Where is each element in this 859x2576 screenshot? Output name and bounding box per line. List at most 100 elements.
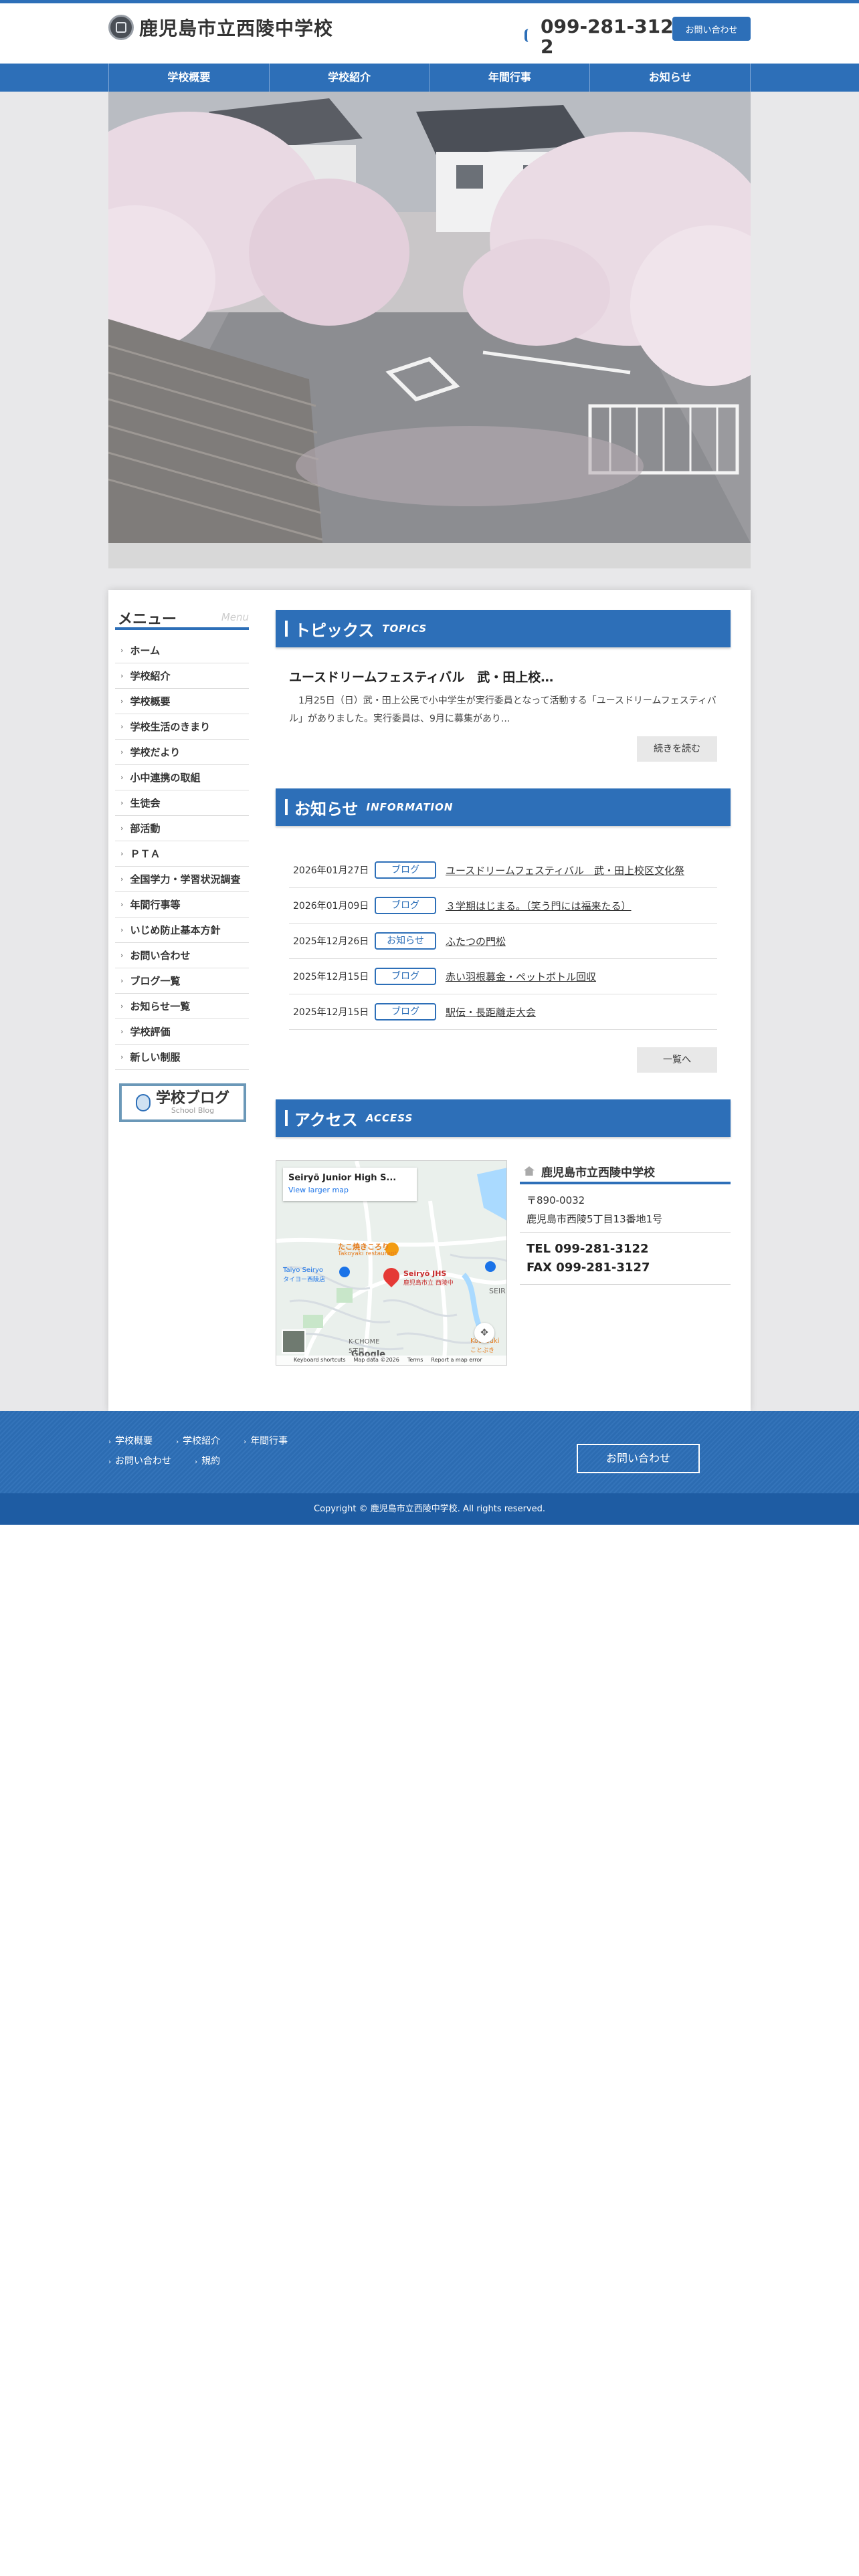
gnav-item-news[interactable]: お知らせ xyxy=(589,64,751,92)
report-error-link[interactable]: Report a map error xyxy=(431,1356,482,1365)
news-heading: お知らせ INFORMATION xyxy=(276,788,731,826)
page-blank-area xyxy=(0,1525,859,2576)
category-badge: ブログ xyxy=(375,1003,436,1021)
access-tel[interactable]: TEL 099-281-3122 xyxy=(527,1240,724,1259)
chevron-right-icon: › xyxy=(120,773,124,782)
chevron-right-icon: › xyxy=(120,1002,124,1010)
chevron-right-icon: › xyxy=(120,824,124,833)
news-item: 2025年12月15日 ブログ 赤い羽根募金・ペットボトル回収 xyxy=(289,959,717,994)
footer-contact-button[interactable]: お問い合わせ xyxy=(577,1444,700,1473)
chevron-right-icon: › xyxy=(120,671,124,680)
news-list: 2026年01月27日 ブログ ユースドリームフェスティバル 武・田上校区文化祭… xyxy=(276,853,731,1030)
news-item: 2026年01月09日 ブログ ３学期はじまる。（笑う門には福来たる） xyxy=(289,888,717,924)
chevron-right-icon: › xyxy=(120,722,124,731)
site-footer: › 学校概要 › 学校紹介 › 年間行事 › お問い合わせ › 規約 お問い合わせ xyxy=(0,1411,859,1493)
chevron-right-icon: › xyxy=(120,900,124,909)
access-school-name: 鹿児島市立西陵中学校 xyxy=(520,1160,731,1184)
chevron-right-icon: › xyxy=(120,748,124,756)
sidebar-item-pta[interactable]: › ＰＴＡ xyxy=(115,841,249,867)
chevron-right-icon: › xyxy=(120,951,124,960)
category-badge: ブログ xyxy=(375,861,436,879)
chevron-right-icon: › xyxy=(120,1053,124,1061)
sidebar-item-events[interactable]: › 年間行事等 xyxy=(115,892,249,918)
global-nav: 学校概要 学校紹介 年間行事 お知らせ xyxy=(0,64,859,92)
news-list-button[interactable]: 一覧へ xyxy=(637,1047,717,1073)
home-icon xyxy=(524,1166,535,1176)
school-emblem-icon xyxy=(108,15,134,40)
hero-image xyxy=(108,92,751,543)
news-link[interactable]: ３学期はじまる。（笑う門には福来たる） xyxy=(446,899,632,913)
sidebar-item-overview[interactable]: › 学校概要 xyxy=(115,689,249,714)
chevron-right-icon: › xyxy=(120,976,124,985)
topic-title[interactable]: ユースドリームフェスティバル 武・田上校… xyxy=(289,667,717,685)
footer-link-overview[interactable]: › 学校概要 xyxy=(108,1434,153,1447)
access-fax: FAX 099-281-3127 xyxy=(527,1261,650,1275)
footer-link-contact[interactable]: › お問い合わせ xyxy=(108,1454,171,1467)
gnav-item-intro[interactable]: 学校紹介 xyxy=(268,64,430,92)
news-item: 2025年12月15日 ブログ 駅伝・長距離走大会 xyxy=(289,994,717,1030)
sidebar-item-rules[interactable]: › 学校生活のきまり xyxy=(115,714,249,740)
gnav-item-overview[interactable]: 学校概要 xyxy=(108,64,269,92)
sidebar-item-survey[interactable]: › 全国学力・学習状況調査 xyxy=(115,867,249,892)
place-icon[interactable] xyxy=(485,1261,496,1272)
sidebar-item-clubs[interactable]: › 部活動 xyxy=(115,816,249,841)
sidebar-item-newsletter[interactable]: › 学校だより xyxy=(115,740,249,765)
microphone-icon xyxy=(135,1094,151,1111)
chevron-right-icon: › xyxy=(120,875,124,883)
sidebar-item-home[interactable]: › ホーム xyxy=(115,638,249,663)
map-type-toggle[interactable] xyxy=(282,1329,306,1354)
footer-link-events[interactable]: › 年間行事 xyxy=(244,1434,288,1447)
sidebar-item-anti-bullying[interactable]: › いじめ防止基本方針 xyxy=(115,918,249,943)
news-link[interactable]: 駅伝・長距離走大会 xyxy=(446,1005,536,1019)
header-contact-button[interactable]: お問い合わせ xyxy=(672,17,751,41)
access-address: 〒890-0032 鹿児島市西陵5丁目13番地1号 xyxy=(520,1184,731,1233)
chevron-right-icon: › xyxy=(120,926,124,934)
chevron-right-icon: › xyxy=(120,798,124,807)
news-link[interactable]: ふたつの門松 xyxy=(446,934,506,948)
sidebar-item-intro[interactable]: › 学校紹介 xyxy=(115,663,249,689)
footer-link-terms[interactable]: › 規約 xyxy=(195,1454,220,1467)
map-info-card: Seiryō Junior High S... View larger map xyxy=(283,1168,417,1201)
sidebar-item-student-council[interactable]: › 生徒会 xyxy=(115,790,249,816)
site-header: 鹿児島市立西陵中学校 099-281-3122 お問い合わせ xyxy=(0,3,859,64)
access-heading: アクセス ACCESS xyxy=(276,1099,731,1137)
chevron-right-icon: › xyxy=(120,646,124,655)
keyboard-shortcuts-link[interactable]: Keyboard shortcuts xyxy=(294,1356,345,1365)
category-badge: ブログ xyxy=(375,968,436,985)
sidebar-title: メニュー Menu xyxy=(115,605,249,630)
main-content-panel: メニュー Menu › ホーム › 学校紹介 › 学校概要 › 学校生活のきまり › 学校… xyxy=(108,590,751,1411)
footer-link-intro[interactable]: › 学校紹介 xyxy=(176,1434,220,1447)
sidebar: メニュー Menu › ホーム › 学校紹介 › 学校概要 › 学校生活のきまり › 学校… xyxy=(115,605,249,1122)
school-name: 鹿児島市立西陵中学校 xyxy=(139,17,334,39)
news-item: 2025年12月26日 お知らせ ふたつの門松 xyxy=(289,924,717,959)
main-column: トピックス TOPICS ユースドリームフェスティバル 武・田上校… 1月25日… xyxy=(276,610,731,1366)
read-more-button[interactable]: 続きを読む xyxy=(637,736,717,762)
phone-icon xyxy=(524,29,533,42)
topic-body: 1月25日（日）武・田上公民で小中学生が実行委員となって活動する「ユースドリーム… xyxy=(289,695,717,724)
category-badge: お知らせ xyxy=(375,932,436,950)
terms-link[interactable]: Terms xyxy=(407,1356,423,1365)
sidebar-item-evaluation[interactable]: › 学校評価 xyxy=(115,1019,249,1045)
access-contact: TEL 099-281-3122 FAX 099-281-3127 xyxy=(520,1233,731,1285)
google-map[interactable]: Seiryō Junior High S... View larger map … xyxy=(276,1160,507,1366)
sidebar-item-news-list[interactable]: › お知らせ一覧 xyxy=(115,994,249,1019)
view-larger-map-link[interactable]: View larger map xyxy=(288,1186,411,1194)
chevron-right-icon: › xyxy=(120,697,124,706)
sidebar-item-blog-list[interactable]: › ブログ一覧 xyxy=(115,968,249,994)
gnav-item-events[interactable]: 年間行事 xyxy=(429,64,590,92)
site-logo[interactable]: 鹿児島市立西陵中学校 xyxy=(108,14,333,41)
chevron-right-icon: › xyxy=(120,1027,124,1036)
access-info: 鹿児島市立西陵中学校 〒890-0032 鹿児島市西陵5丁目13番地1号 TEL… xyxy=(520,1160,731,1285)
topics-heading: トピックス TOPICS xyxy=(276,610,731,647)
chevron-right-icon: › xyxy=(120,849,124,858)
category-badge: ブログ xyxy=(375,897,436,914)
sidebar-item-cooperation[interactable]: › 小中連携の取組 xyxy=(115,765,249,790)
news-link[interactable]: 赤い羽根募金・ペットボトル回収 xyxy=(446,970,596,984)
header-tel[interactable]: 099-281-3122 xyxy=(541,17,674,57)
fullscreen-icon[interactable]: ✥ xyxy=(474,1323,494,1343)
school-blog-banner[interactable]: 学校ブログ School Blog xyxy=(119,1083,246,1122)
shopping-icon[interactable] xyxy=(339,1267,350,1277)
sidebar-item-uniform[interactable]: › 新しい制服 xyxy=(115,1045,249,1070)
news-link[interactable]: ユースドリームフェスティバル 武・田上校区文化祭 xyxy=(446,863,684,877)
sidebar-item-contact[interactable]: › お問い合わせ xyxy=(115,943,249,968)
